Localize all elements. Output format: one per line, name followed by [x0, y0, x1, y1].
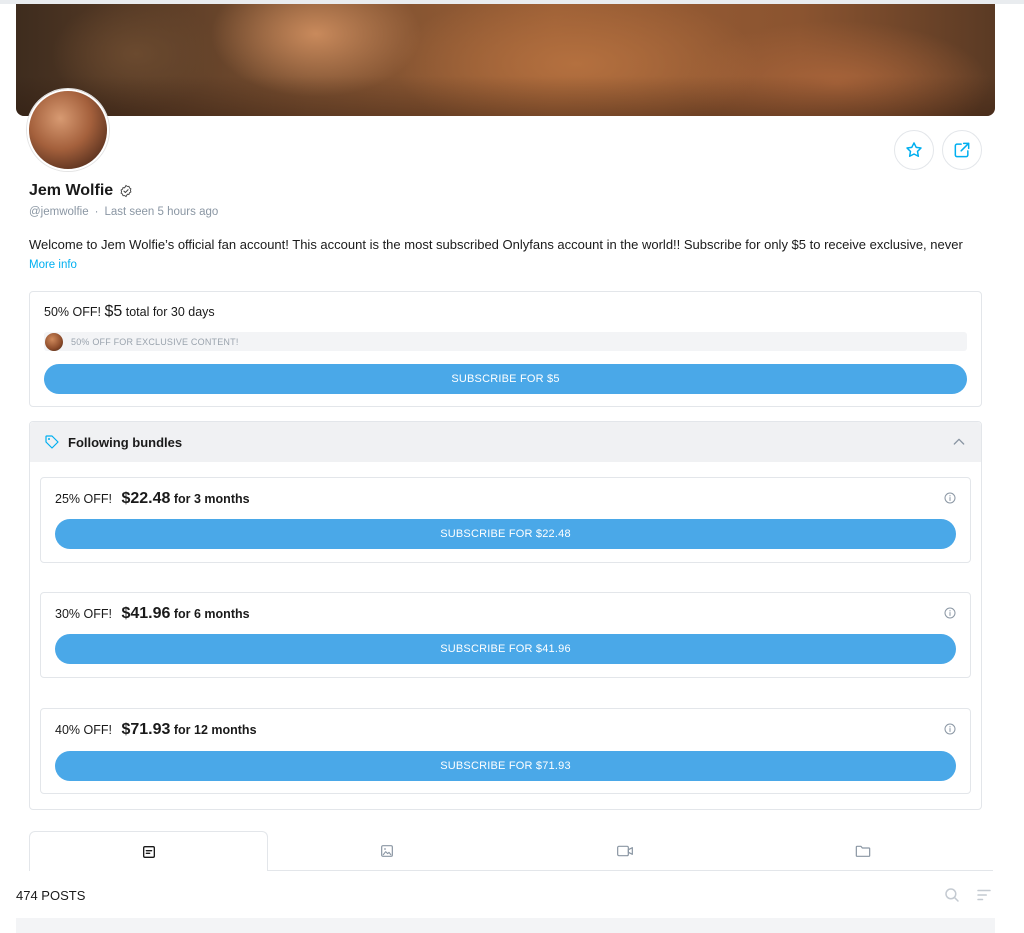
bundles-header[interactable]: Following bundles: [30, 422, 981, 462]
subscribe-bundle-button[interactable]: SUBSCRIBE FOR $41.96: [55, 634, 956, 664]
tab-posts[interactable]: [29, 831, 268, 871]
bundle-title: 30% OFF! $41.96 for 6 months: [55, 605, 250, 623]
last-seen: Last seen 5 hours ago: [104, 206, 219, 218]
meta-separator: ·: [94, 206, 99, 218]
profile-name: Jem Wolfie: [29, 182, 114, 199]
bundle-card: 25% OFF! $22.48 for 3 months SUBSCRIBE F…: [40, 477, 971, 563]
bundle-price: $22.48: [121, 490, 171, 507]
search-icon[interactable]: [943, 886, 961, 904]
profile-bio: Welcome to Jem Wolfie’s official fan acc…: [29, 237, 963, 252]
offer-period: total for 30 days: [125, 305, 215, 319]
bundles-title: Following bundles: [68, 434, 183, 450]
tab-photos[interactable]: [268, 831, 506, 871]
star-icon: [906, 142, 922, 157]
share-button[interactable]: [942, 130, 982, 170]
tab-videos[interactable]: [506, 831, 744, 871]
promo-message: 50% OFF FOR EXCLUSIVE CONTENT!: [44, 332, 967, 351]
bundle-card: 30% OFF! $41.96 for 6 months SUBSCRIBE F…: [40, 592, 971, 678]
bundle-card: 40% OFF! $71.93 for 12 months SUBSCRIBE …: [40, 708, 971, 794]
tab-folders[interactable]: [744, 831, 982, 871]
cover-image: [16, 4, 995, 116]
info-icon[interactable]: [944, 723, 956, 735]
bundle-discount: 30% OFF!: [55, 607, 112, 621]
profile-name-row: Jem Wolfie: [29, 182, 133, 200]
subscribe-bundle-button[interactable]: SUBSCRIBE FOR $71.93: [55, 751, 956, 781]
posts-count: 474 POSTS: [16, 888, 86, 903]
verified-icon: [120, 184, 132, 198]
more-info-link[interactable]: More info: [29, 259, 77, 271]
bundle-discount: 25% OFF!: [55, 492, 112, 506]
sort-icon[interactable]: [975, 886, 993, 904]
avatar[interactable]: [27, 89, 109, 171]
subscribe-button[interactable]: SUBSCRIBE FOR $5: [44, 364, 967, 394]
info-icon[interactable]: [944, 607, 956, 619]
promo-text: 50% OFF FOR EXCLUSIVE CONTENT!: [71, 336, 239, 347]
bundle-period: for 3 months: [173, 492, 250, 506]
bundle-period: for 6 months: [173, 607, 250, 621]
posts-icon: [142, 845, 155, 858]
info-icon[interactable]: [944, 492, 956, 504]
videos-icon: [617, 845, 633, 857]
photos-icon: [381, 845, 393, 857]
bundle-price: $41.96: [121, 605, 171, 622]
bundle-title: 25% OFF! $22.48 for 3 months: [55, 490, 250, 508]
subscription-offer-card: 50% OFF! $5 total for 30 days 50% OFF FO…: [29, 291, 982, 407]
bundle-period: for 12 months: [173, 723, 257, 737]
bundle-price: $71.93: [121, 721, 171, 738]
profile-meta: @jemwolfie · Last seen 5 hours ago: [29, 206, 218, 218]
share-icon: [954, 142, 970, 158]
favorite-button[interactable]: [894, 130, 934, 170]
promo-avatar: [45, 332, 63, 351]
offer-discount: 50% OFF!: [44, 305, 101, 319]
folder-icon: [855, 845, 871, 857]
feed-placeholder: [16, 918, 995, 933]
offer-price: $5: [104, 303, 123, 320]
tag-icon: [45, 435, 59, 449]
chevron-up-icon[interactable]: [951, 434, 967, 450]
profile-handle: @jemwolfie: [29, 206, 89, 218]
content-tabs: [29, 831, 993, 871]
tabs-divider: [267, 870, 993, 871]
subscribe-bundle-button[interactable]: SUBSCRIBE FOR $22.48: [55, 519, 956, 549]
offer-title: 50% OFF! $5 total for 30 days: [44, 303, 215, 321]
bundle-discount: 40% OFF!: [55, 723, 112, 737]
bundle-title: 40% OFF! $71.93 for 12 months: [55, 721, 257, 739]
cover-shade: [16, 76, 995, 116]
bundles-section: Following bundles 25% OFF! $22.48 for 3 …: [29, 421, 982, 810]
